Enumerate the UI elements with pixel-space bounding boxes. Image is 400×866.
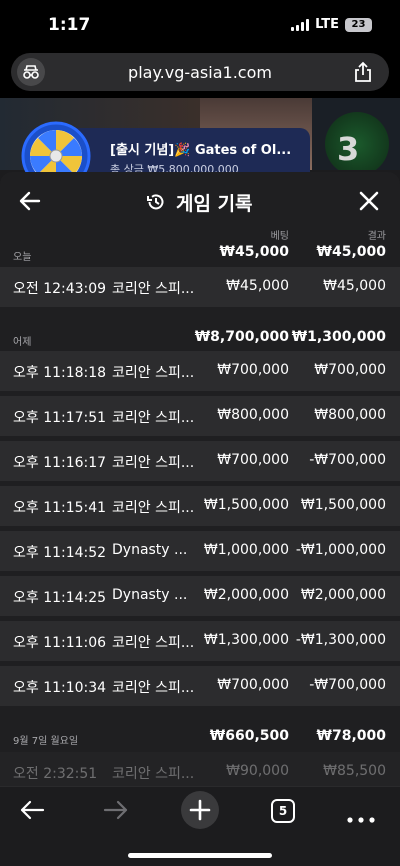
- panel-header: 게임 기록: [0, 172, 400, 230]
- row-result: ₩85,500: [323, 763, 386, 779]
- row-game: 코리안 스피...: [112, 635, 195, 651]
- table-row[interactable]: 오후 11:14:52 Dynasty ... ₩1,000,000 -₩1,0…: [0, 531, 400, 571]
- url-text[interactable]: play.vg-asia1.com: [11, 63, 389, 82]
- row-result: ₩45,000: [323, 278, 386, 294]
- row-bet: ₩700,000: [217, 362, 289, 378]
- group-header-yesterday: 어제 ₩8,700,000 ₩1,300,000: [0, 329, 400, 353]
- row-bet: ₩90,000: [226, 763, 289, 779]
- group-bet-total: ₩8,700,000: [194, 329, 289, 345]
- signal-icon: [291, 18, 310, 31]
- row-bet: ₩700,000: [217, 677, 289, 693]
- group-result-total: ₩78,000: [316, 728, 386, 744]
- row-game: 코리안 스피...: [112, 455, 195, 471]
- row-game: 코리안 스피...: [112, 281, 195, 297]
- close-icon[interactable]: [358, 190, 380, 212]
- row-result: -₩700,000: [309, 452, 386, 468]
- row-time: 오전 2:32:51: [13, 766, 98, 782]
- row-time: 오전 12:43:09: [13, 281, 107, 297]
- nav-forward-icon[interactable]: [103, 799, 129, 821]
- group-result-total: ₩45,000: [316, 244, 386, 260]
- group-label: 어제: [13, 337, 32, 348]
- row-bet: ₩700,000: [217, 452, 289, 468]
- group-header-sep7: 9월 7일 월요일 ₩660,500 ₩78,000: [0, 728, 400, 752]
- row-game: 코리안 스피...: [112, 766, 195, 782]
- table-row[interactable]: 오후 11:11:06 코리안 스피... ₩1,300,000 -₩1,300…: [0, 621, 400, 661]
- row-bet: ₩2,000,000: [203, 587, 289, 603]
- row-result: -₩1,000,000: [295, 542, 386, 558]
- row-game: 코리안 스피...: [112, 680, 195, 696]
- share-icon[interactable]: [353, 61, 373, 83]
- row-bet: ₩800,000: [217, 407, 289, 423]
- more-icon[interactable]: [347, 808, 375, 823]
- column-header-bet: 베팅: [270, 231, 289, 242]
- table-row[interactable]: 오후 11:15:41 코리안 스피... ₩1,500,000 ₩1,500,…: [0, 486, 400, 526]
- table-row[interactable]: 오후 11:10:34 코리안 스피... ₩700,000 -₩700,000: [0, 666, 400, 706]
- nav-back-icon[interactable]: [19, 799, 45, 821]
- row-result: ₩800,000: [314, 407, 386, 423]
- panel-title: 게임 기록: [176, 193, 253, 215]
- row-bet: ₩1,500,000: [203, 497, 289, 513]
- row-time: 오후 11:14:25: [13, 590, 107, 606]
- row-result: ₩700,000: [314, 362, 386, 378]
- row-time: 오후 11:16:17: [13, 455, 107, 471]
- game-history-panel: 게임 기록 베팅 결과 오늘 ₩45,000 ₩45,000 오전 12:43:…: [0, 172, 400, 786]
- row-time: 오후 11:15:41: [13, 500, 107, 516]
- row-time: 오후 11:11:06: [13, 635, 107, 651]
- row-game: 코리안 스피...: [112, 500, 195, 516]
- promo-title[interactable]: [출시 기념]🎉 Gates of Ol...: [110, 139, 291, 158]
- group-label: 9월 7일 월요일: [13, 736, 79, 747]
- row-time: 오후 11:14:52: [13, 545, 107, 561]
- column-header-result: 결과: [367, 231, 386, 242]
- row-time: 오후 11:10:34: [13, 680, 107, 696]
- group-label: 오늘: [13, 252, 32, 263]
- row-bet: ₩1,000,000: [203, 542, 289, 558]
- row-result: ₩1,500,000: [300, 497, 386, 513]
- row-result: ₩2,000,000: [300, 587, 386, 603]
- table-row[interactable]: 오후 11:16:17 코리안 스피... ₩700,000 -₩700,000: [0, 441, 400, 481]
- row-result: -₩1,300,000: [295, 632, 386, 648]
- network-type: LTE: [315, 17, 339, 32]
- address-bar[interactable]: play.vg-asia1.com: [11, 53, 389, 91]
- group-header-today: 오늘 ₩45,000 ₩45,000: [0, 244, 400, 268]
- table-row[interactable]: 오후 11:14:25 Dynasty ... ₩2,000,000 ₩2,00…: [0, 576, 400, 616]
- table-row[interactable]: 오전 12:43:09 코리안 스피... ₩45,000 ₩45,000: [0, 267, 400, 307]
- row-game: 코리안 스피...: [112, 410, 195, 426]
- status-indicators: LTE 23: [291, 17, 372, 32]
- row-game: Dynasty ...: [112, 587, 188, 603]
- group-bet-total: ₩45,000: [219, 244, 289, 260]
- browser-address-area: play.vg-asia1.com: [0, 50, 400, 98]
- row-time: 오후 11:18:18: [13, 365, 107, 381]
- browser-toolbar: 5: [0, 786, 400, 866]
- back-arrow-icon[interactable]: [18, 190, 42, 212]
- group-result-total: ₩1,300,000: [291, 329, 386, 345]
- status-time: 1:17: [48, 15, 91, 35]
- group-bet-total: ₩660,500: [209, 728, 289, 744]
- status-bar: 1:17 LTE 23: [0, 0, 400, 50]
- row-bet: ₩1,300,000: [203, 632, 289, 648]
- tabs-icon[interactable]: 5: [271, 799, 295, 823]
- home-indicator: [128, 853, 272, 858]
- game-number: 3: [337, 130, 360, 168]
- row-game: Dynasty ...: [112, 542, 188, 558]
- history-icon: [146, 192, 166, 212]
- battery-icon: 23: [345, 17, 372, 32]
- row-bet: ₩45,000: [226, 278, 289, 294]
- table-row[interactable]: 오후 11:17:51 코리안 스피... ₩800,000 ₩800,000: [0, 396, 400, 436]
- table-row[interactable]: 오후 11:18:18 코리안 스피... ₩700,000 ₩700,000: [0, 351, 400, 391]
- plus-icon[interactable]: [181, 791, 219, 829]
- row-result: -₩700,000: [309, 677, 386, 693]
- row-time: 오후 11:17:51: [13, 410, 107, 426]
- row-game: 코리안 스피...: [112, 365, 195, 381]
- table-row[interactable]: 오전 2:32:51 코리안 스피... ₩90,000 ₩85,500: [0, 752, 400, 786]
